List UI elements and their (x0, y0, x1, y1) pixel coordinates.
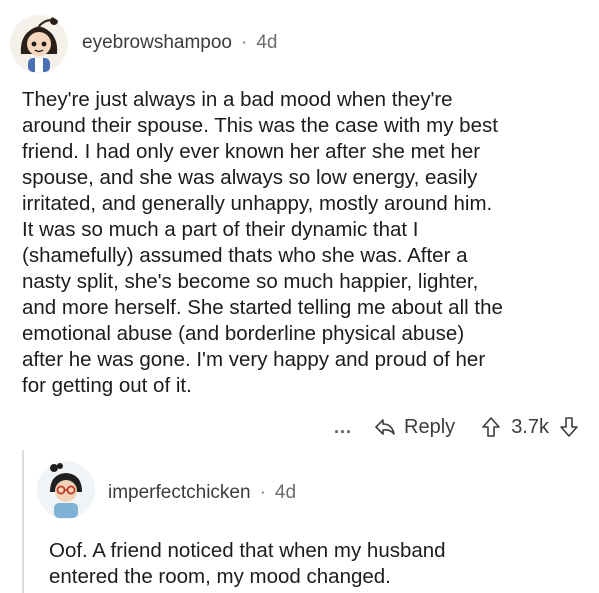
comment-imperfectchicken: imperfectchicken · 4d Oof. A friend noti… (0, 450, 599, 593)
vote-score: 3.7k (511, 415, 549, 438)
reply-arrow-icon (375, 419, 395, 435)
avatar-illustration (10, 15, 68, 73)
vote-controls: 3.7k (481, 416, 579, 439)
reply-label: Reply (404, 415, 456, 438)
comment-age: 4d (274, 482, 297, 503)
user-avatar[interactable] (36, 460, 96, 520)
username[interactable]: eyebrowshampoo (82, 32, 232, 54)
user-avatar[interactable] (9, 14, 69, 74)
comment-meta: eyebrowshampoo · 4d (82, 32, 277, 54)
comment-body: Oof. A friend noticed that when my husba… (49, 539, 446, 588)
username[interactable]: imperfectchicken (108, 482, 251, 504)
comment-age: 4d (256, 32, 278, 53)
avatar-illustration (37, 461, 95, 519)
comment-eyebrowshampoo: eyebrowshampoo · 4d They're just always … (0, 0, 599, 450)
comment-meta: imperfectchicken · 4d (108, 482, 296, 504)
meta-separator: · (240, 32, 248, 53)
reply-button[interactable]: Reply (374, 416, 455, 439)
comment-body: They're just always in a bad mood when t… (22, 88, 503, 397)
comment-actions: ... Reply 3.7k (334, 412, 579, 442)
downvote-arrow-icon[interactable] (559, 416, 579, 438)
more-dots-icon[interactable]: ... (334, 417, 352, 438)
meta-separator: · (259, 482, 266, 503)
upvote-arrow-icon[interactable] (481, 416, 501, 438)
